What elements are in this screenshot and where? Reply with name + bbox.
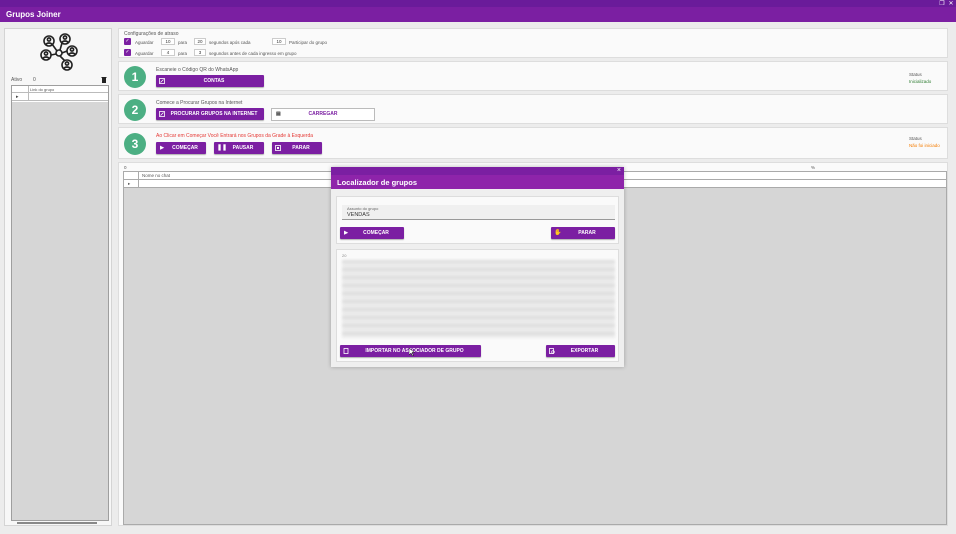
excel-icon: ▤ [276, 111, 281, 117]
step-3-status-value: Não foi iniciado [909, 143, 940, 148]
group-subject-label: Assunto do grupo [347, 206, 379, 211]
app-title: Grupos Joiner [6, 10, 61, 19]
step-3-text: Ao Clicar em Começar Você Entrará nos Gr… [156, 133, 314, 139]
network-people-icon [40, 33, 78, 71]
active-label: Ativo [11, 77, 23, 83]
stop-label: PARAR [292, 145, 310, 151]
table-header: Link do grupo [12, 86, 108, 93]
results-count: 20 [342, 253, 347, 258]
play-icon: ▶ [344, 230, 348, 236]
dialog-start-button[interactable]: ▶ COMEÇAR [340, 227, 404, 239]
contas-label: CONTAS [203, 78, 225, 84]
group-links-table[interactable]: Link do grupo ▸ [11, 85, 109, 521]
dialog-top-bar: × [331, 167, 624, 175]
left-panel: Ativo 0 Link do grupo ▸ [4, 28, 112, 526]
group-subject-value: VENDAS [347, 212, 370, 218]
open-link-icon [159, 111, 165, 117]
pause-label: PAUSAR [232, 145, 254, 151]
step-1-status-value: Inicializado [909, 79, 932, 84]
row1-label: Aguardar [135, 40, 154, 45]
delay-checkbox-2[interactable]: ✓ [124, 49, 131, 56]
row1-tail: Participar do grupo [289, 40, 328, 45]
step-3-badge: 3 [124, 133, 146, 155]
active-count: 0 [33, 77, 36, 83]
step-2-card: 2 Comece a Procurar Grupos na Internet P… [118, 94, 948, 124]
dialog-stop-button[interactable]: ✋ PARAR [551, 227, 615, 239]
row2-para: para [178, 51, 188, 56]
export-doc-icon [549, 348, 555, 354]
grid-count: 0 [124, 165, 127, 170]
document-icon [343, 348, 349, 354]
row2-to-input[interactable]: 3 [194, 49, 206, 56]
table-empty-area [12, 102, 108, 520]
horizontal-scrollbar[interactable] [17, 522, 97, 524]
delay-config-card: Configurações de atraso ✓ Aguardar 10 pa… [118, 28, 948, 58]
start-button[interactable]: ▶ COMEÇAR [156, 142, 206, 154]
window-top-strip: ❐ ✕ [0, 0, 956, 7]
step-2-text: Comece a Procurar Grupos na Internet [156, 100, 243, 106]
row1-to-input[interactable]: 20 [194, 38, 206, 45]
row1-count-input[interactable]: 10 [272, 38, 286, 45]
search-card: Assunto do grupo VENDAS ▶ COMEÇAR ✋ PARA… [336, 196, 619, 244]
play-icon: ▶ [160, 145, 164, 151]
step-1-card: 1 Escaneie o Código QR do WhatsApp CONTA… [118, 61, 948, 91]
step-1-status-label: Status [909, 72, 922, 77]
config-title: Configurações de atraso [124, 31, 179, 37]
search-groups-button[interactable]: PROCURAR GRUPOS NA INTERNET [156, 108, 264, 120]
column-separator [28, 86, 29, 101]
dialog-start-label: COMEÇAR [363, 230, 389, 236]
row1-text: segundos após cada [209, 40, 251, 45]
row1-from-input[interactable]: 10 [161, 38, 175, 45]
pause-icon: ❚❚ [217, 145, 228, 151]
dialog-stop-label: PARAR [578, 230, 596, 236]
title-bar: Grupos Joiner [0, 7, 956, 22]
grid-percent: % [811, 165, 816, 170]
row2-text: segundos antes de cada ingresso em grupo [209, 51, 297, 56]
hand-stop-icon: ✋ [554, 230, 562, 236]
row1-para: para [178, 40, 188, 45]
column-header-chat-name: Nome no chat [142, 173, 171, 178]
export-label: EXPORTAR [570, 348, 599, 354]
table-row[interactable]: ▸ [12, 93, 108, 101]
delay-checkbox-1[interactable]: ✓ [124, 38, 131, 45]
carregar-label: CARREGAR [308, 111, 338, 117]
column-header-link: Link do grupo [30, 87, 55, 92]
step-1-badge: 1 [124, 66, 146, 88]
qr-icon [159, 78, 165, 84]
step-2-badge: 2 [124, 99, 146, 121]
dialog-title-bar: Localizador de grupos [331, 175, 624, 189]
step-3-card: 3 Ao Clicar em Começar Você Entrará nos … [118, 127, 948, 159]
trash-icon[interactable] [101, 76, 107, 83]
start-label: COMEÇAR [172, 145, 198, 151]
pause-button[interactable]: ❚❚ PAUSAR [214, 142, 264, 154]
row2-from-input[interactable]: 4 [161, 49, 175, 56]
dialog-close-icon[interactable]: × [617, 167, 621, 175]
results-card: 20 IMPORTAR NO ASSOCIADOR DE GRUPO EXPOR… [336, 249, 619, 362]
contas-button[interactable]: CONTAS [156, 75, 264, 87]
stop-button[interactable]: PARAR [272, 142, 322, 154]
mouse-cursor-icon [409, 348, 415, 356]
results-list-blurred[interactable] [342, 260, 615, 338]
row-arrow-icon: ▸ [128, 181, 131, 186]
group-finder-dialog: × Localizador de grupos Assunto do grupo… [331, 167, 624, 367]
row2-label: Aguardar [135, 51, 154, 56]
dialog-title: Localizador de grupos [337, 178, 418, 187]
search-groups-label: PROCURAR GRUPOS NA INTERNET [170, 111, 258, 117]
export-button[interactable]: EXPORTAR [546, 345, 615, 357]
carregar-button[interactable]: ▤ CARREGAR [271, 108, 375, 121]
step-3-status-label: Status [909, 136, 922, 141]
step-1-text: Escaneie o Código QR do WhatsApp [156, 67, 239, 73]
group-subject-field[interactable]: Assunto do grupo VENDAS [342, 205, 615, 220]
row-arrow-icon: ▸ [16, 94, 19, 100]
stop-icon [275, 145, 281, 151]
column-separator [138, 172, 139, 188]
